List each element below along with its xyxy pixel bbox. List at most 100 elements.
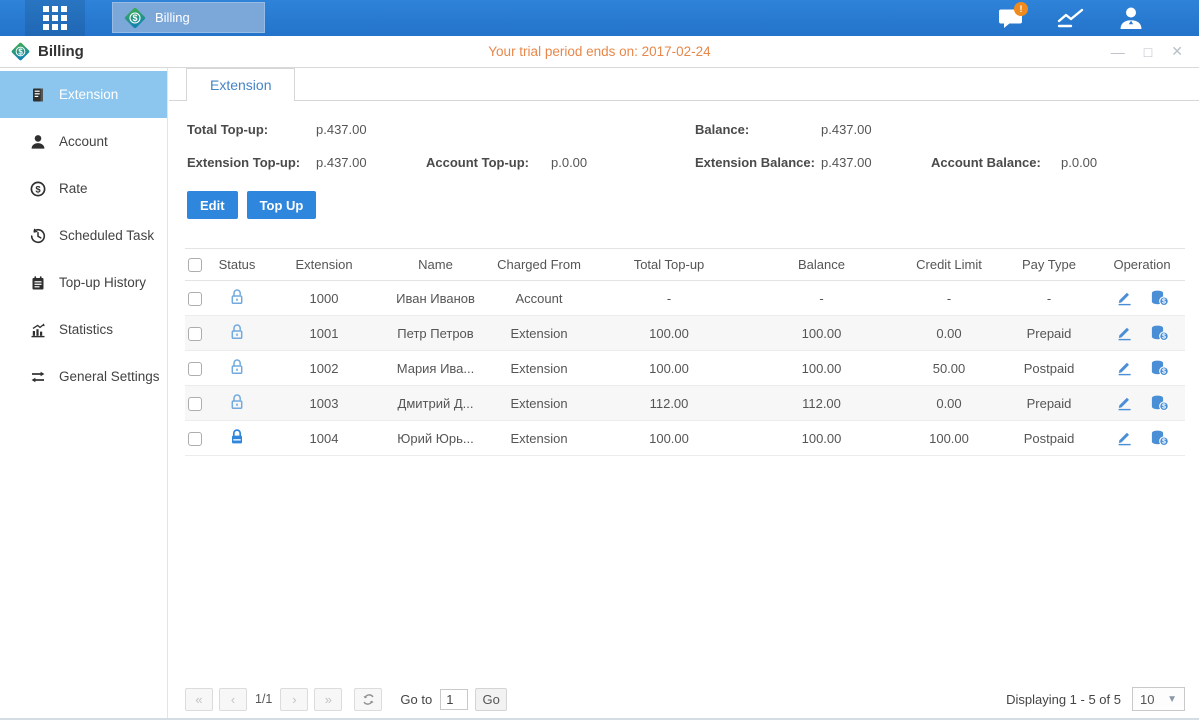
charged-from-cell: Extension xyxy=(484,361,594,376)
extension-cell: 1004 xyxy=(261,431,387,446)
sidebar-item-label: Statistics xyxy=(59,322,113,337)
operation-cell: $ xyxy=(1099,430,1185,446)
messages-icon[interactable]: ! xyxy=(991,0,1031,36)
window-controls: — □ ✕ xyxy=(1111,36,1183,67)
edit-icon[interactable] xyxy=(1116,290,1133,306)
sidebar-item-statistics[interactable]: Statistics xyxy=(0,306,167,353)
table-header-row: StatusExtensionNameCharged FromTotal Top… xyxy=(185,248,1185,281)
row-checkbox[interactable] xyxy=(185,395,213,411)
charged-from-cell: Extension xyxy=(484,396,594,411)
rate-icon: $ xyxy=(30,181,46,197)
refresh-icon xyxy=(362,693,375,706)
sidebar-item-scheduled-task[interactable]: Scheduled Task xyxy=(0,212,167,259)
row-checkbox[interactable] xyxy=(185,290,213,306)
select-all-checkbox[interactable] xyxy=(185,257,213,273)
sidebar-item-rate[interactable]: $ Rate xyxy=(0,165,167,212)
credit-limit-cell: 100.00 xyxy=(899,431,999,446)
notification-badge: ! xyxy=(1014,2,1028,16)
topup-icon[interactable]: $ xyxy=(1150,360,1169,376)
pay-type-cell: Postpaid xyxy=(999,431,1099,446)
extensions-table: StatusExtensionNameCharged FromTotal Top… xyxy=(185,248,1185,456)
column-header-status: Status xyxy=(213,257,261,272)
extension-topup-value: p.437.00 xyxy=(316,155,426,170)
window-titlebar: Your trial period ends on: 2017-02-24 $ … xyxy=(0,36,1199,68)
operation-cell: $ xyxy=(1099,325,1185,341)
svg-text:$: $ xyxy=(1162,334,1166,341)
edit-icon[interactable] xyxy=(1116,430,1133,446)
lock-open-icon xyxy=(229,323,245,340)
credit-limit-cell: 50.00 xyxy=(899,361,999,376)
extension-balance-value: p.437.00 xyxy=(821,155,931,170)
name-cell: Юрий Юрь... xyxy=(387,431,484,446)
general-settings-icon xyxy=(30,369,46,385)
trial-notice: Your trial period ends on: 2017-02-24 xyxy=(0,36,1199,67)
edit-icon[interactable] xyxy=(1116,325,1133,341)
row-checkbox[interactable] xyxy=(185,360,213,376)
app-launcher-button[interactable] xyxy=(25,0,85,36)
topup-icon[interactable]: $ xyxy=(1150,430,1169,446)
table-row: 1002Мария Ива...Extension100.00100.0050.… xyxy=(185,351,1185,386)
status-cell xyxy=(213,428,261,448)
maximize-button[interactable]: □ xyxy=(1144,44,1152,60)
extension-balance-label: Extension Balance: xyxy=(695,155,821,170)
last-page-button[interactable]: » xyxy=(314,688,342,711)
goto-page-input[interactable] xyxy=(440,689,468,710)
row-checkbox[interactable] xyxy=(185,325,213,341)
goto-label: Go to xyxy=(400,692,432,707)
total-topup-cell: 100.00 xyxy=(594,361,744,376)
close-button[interactable]: ✕ xyxy=(1171,43,1183,60)
sidebar-item-label: Top-up History xyxy=(59,275,146,290)
status-cell xyxy=(213,323,261,343)
sidebar-item-label: General Settings xyxy=(59,369,160,384)
go-button[interactable]: Go xyxy=(475,688,507,711)
reports-chart-icon[interactable] xyxy=(1051,0,1091,36)
minimize-button[interactable]: — xyxy=(1111,44,1125,60)
operation-cell: $ xyxy=(1099,395,1185,411)
taskbar: $ Billing ! xyxy=(0,0,1199,36)
balance-cell: 112.00 xyxy=(744,396,899,411)
row-checkbox[interactable] xyxy=(185,430,213,446)
status-cell xyxy=(213,358,261,378)
svg-text:$: $ xyxy=(35,184,41,195)
top-up-button[interactable]: Top Up xyxy=(247,191,317,219)
balance-cell: 100.00 xyxy=(744,361,899,376)
account-balance-label: Account Balance: xyxy=(931,155,1061,170)
topup-icon[interactable]: $ xyxy=(1150,325,1169,341)
column-header-balance: Balance xyxy=(744,257,899,272)
sidebar-item-label: Extension xyxy=(59,87,118,102)
prev-page-button[interactable]: ‹ xyxy=(219,688,247,711)
toolbar: Edit Top Up xyxy=(187,191,1199,219)
window-title-group: $ Billing xyxy=(10,36,84,67)
topup-icon[interactable]: $ xyxy=(1150,290,1169,306)
column-header-credit-limit: Credit Limit xyxy=(899,257,999,272)
sidebar-item-general-settings[interactable]: General Settings xyxy=(0,353,167,400)
total-topup-cell: 100.00 xyxy=(594,431,744,446)
topup-icon[interactable]: $ xyxy=(1150,395,1169,411)
page-size-select[interactable]: 10 ▼ xyxy=(1132,687,1185,711)
billing-window-icon: $ xyxy=(10,41,31,62)
page-indicator: 1/1 xyxy=(255,692,272,706)
user-account-icon[interactable] xyxy=(1111,0,1151,36)
status-cell xyxy=(213,288,261,308)
topup-history-icon xyxy=(30,275,46,291)
tab-extension[interactable]: Extension xyxy=(186,68,295,101)
table-row: 1001Петр ПетровExtension100.00100.000.00… xyxy=(185,316,1185,351)
extension-topup-label: Extension Top-up: xyxy=(187,155,316,170)
first-page-button[interactable]: « xyxy=(185,688,213,711)
lock-closed-icon xyxy=(229,428,245,445)
scheduled-task-icon xyxy=(30,228,46,244)
edit-button[interactable]: Edit xyxy=(187,191,238,219)
taskbar-billing-tab[interactable]: $ Billing xyxy=(112,2,265,33)
total-topup-label: Total Top-up: xyxy=(187,122,316,137)
edit-icon[interactable] xyxy=(1116,360,1133,376)
edit-icon[interactable] xyxy=(1116,395,1133,411)
sidebar-item-extension[interactable]: Extension xyxy=(0,71,167,118)
refresh-button[interactable] xyxy=(354,688,382,711)
account-topup-label: Account Top-up: xyxy=(426,155,551,170)
sidebar: Extension Account $ Rate Scheduled Task … xyxy=(0,68,168,720)
sidebar-item-topup-history[interactable]: Top-up History xyxy=(0,259,167,306)
column-header-charged-from: Charged From xyxy=(484,257,594,272)
apps-grid-icon xyxy=(43,6,67,30)
sidebar-item-account[interactable]: Account xyxy=(0,118,167,165)
next-page-button[interactable]: › xyxy=(280,688,308,711)
